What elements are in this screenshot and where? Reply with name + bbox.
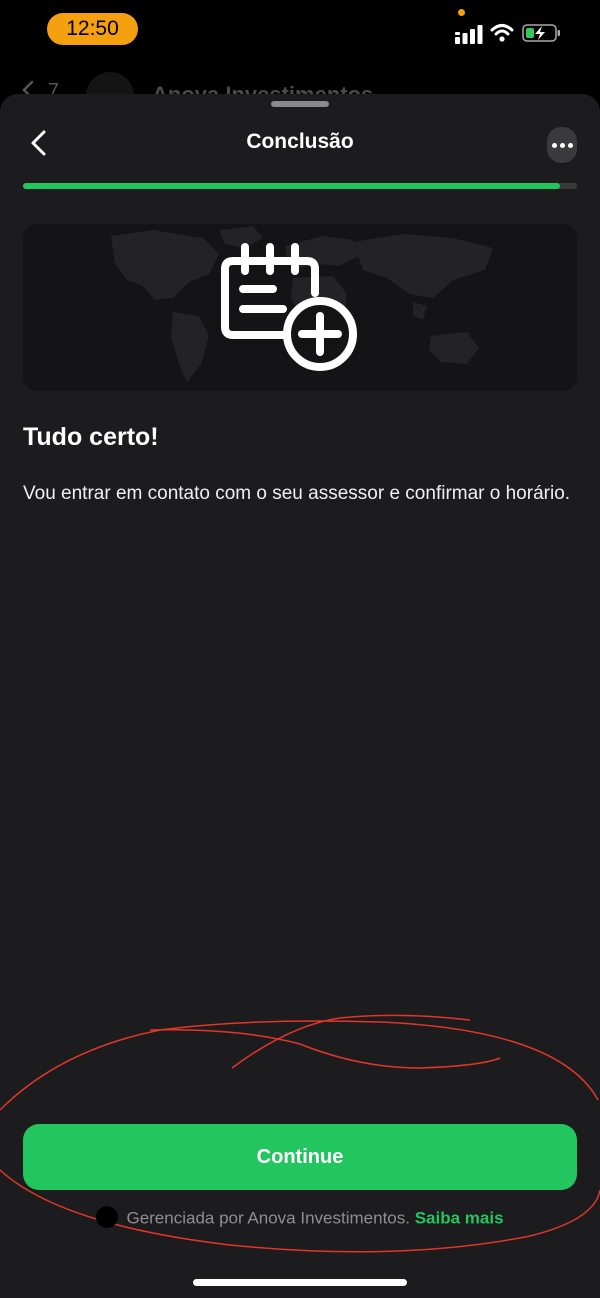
continue-button[interactable]: Continue xyxy=(23,1124,577,1190)
page-title: Conclusão xyxy=(246,130,354,153)
signal-icon xyxy=(455,25,483,44)
screen: 12:50 7 Anova Investimentos xyxy=(0,0,600,1298)
bottom-sheet: Conclusão Tudo certo! Vou entrar em cont… xyxy=(0,94,600,1298)
hero-banner xyxy=(23,224,577,391)
battery-charging-icon xyxy=(522,24,560,42)
more-horizontal-icon xyxy=(551,142,557,148)
home-indicator xyxy=(193,1279,407,1286)
more-options-button[interactable] xyxy=(547,127,577,163)
anova-logo-icon xyxy=(96,1206,119,1228)
progress-bar xyxy=(23,183,577,189)
managed-by-footer: Gerenciada por Anova Investimentos. Saib… xyxy=(0,1206,600,1236)
status-bar: 12:50 xyxy=(0,0,600,60)
status-time: 12:50 xyxy=(47,13,138,45)
learn-more-link[interactable]: Saiba mais xyxy=(415,1208,504,1227)
notepad-plus-icon xyxy=(221,243,357,371)
footer-text: Gerenciada por Anova Investimentos. xyxy=(126,1208,410,1228)
sheet-grabber[interactable] xyxy=(271,101,329,107)
wifi-icon xyxy=(490,24,514,42)
privacy-indicator-dot xyxy=(458,9,465,16)
confirmation-message: Vou entrar em contato com o seu assessor… xyxy=(23,483,571,504)
progress-fill xyxy=(23,183,561,189)
success-heading: Tudo certo! xyxy=(23,423,159,451)
